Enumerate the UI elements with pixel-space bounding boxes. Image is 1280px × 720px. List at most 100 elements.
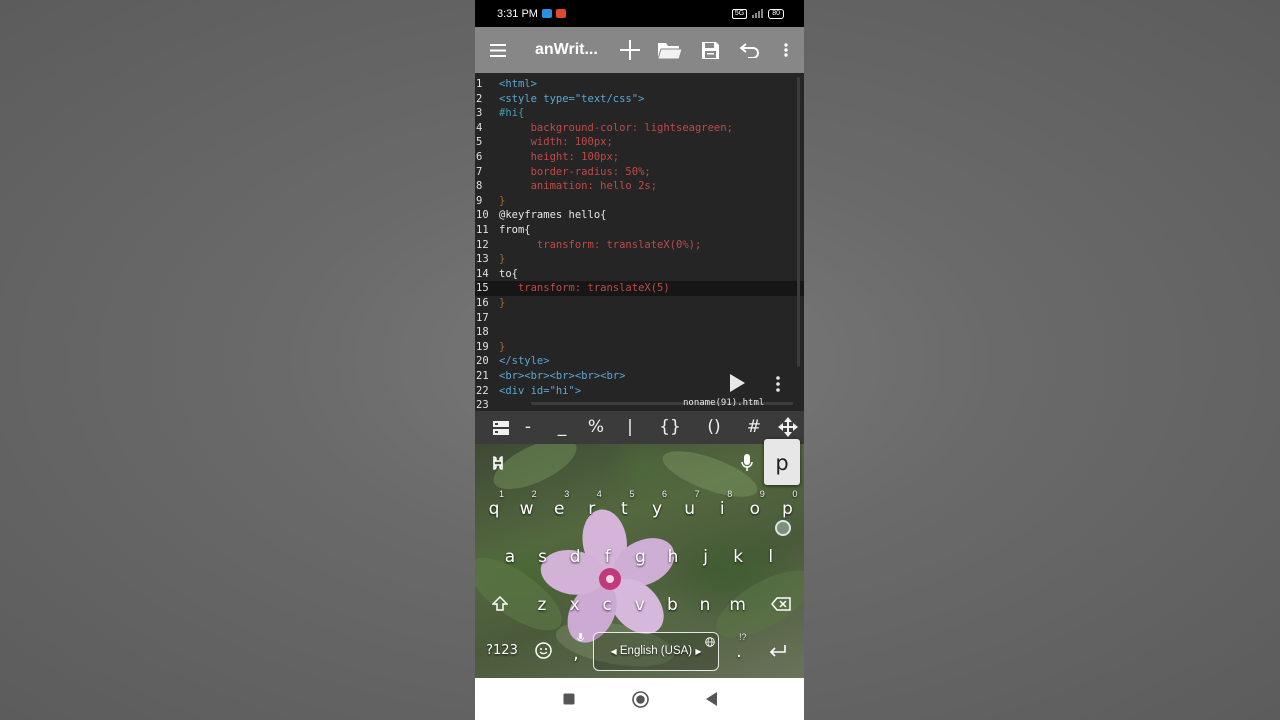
- symbol-key[interactable]: #: [741, 411, 767, 444]
- line-number: 12: [476, 238, 489, 251]
- play-icon[interactable]: [725, 371, 749, 395]
- letter-key[interactable]: r: [582, 499, 602, 519]
- symbols-key[interactable]: ?123: [486, 643, 518, 658]
- back-icon[interactable]: [702, 678, 722, 720]
- editor-more-icon[interactable]: [771, 374, 785, 394]
- keyboard-toggle-icon[interactable]: [489, 411, 513, 444]
- shift-icon[interactable]: [489, 595, 511, 618]
- add-icon[interactable]: [619, 27, 641, 73]
- emoji-icon[interactable]: [533, 642, 553, 662]
- code-line[interactable]: 11 from{: [475, 223, 804, 238]
- folder-open-icon[interactable]: [656, 27, 684, 73]
- letter-key[interactable]: t: [614, 499, 634, 519]
- letter-key[interactable]: j: [696, 547, 716, 567]
- network-badge: 5G: [731, 8, 748, 19]
- symbol-key[interactable]: |: [617, 411, 643, 444]
- line-text: #hi{: [499, 107, 525, 120]
- letter-key[interactable]: c: [597, 595, 617, 615]
- line-number: 3: [476, 107, 483, 120]
- line-number: 19: [476, 340, 489, 353]
- code-line[interactable]: 15 transform: translateX(5): [475, 281, 804, 296]
- code-line[interactable]: 6 height: 100px;: [475, 150, 804, 165]
- code-editor[interactable]: 1 <html> 2 <style type="text/css"> 3 #hi{4 ba…: [475, 73, 804, 411]
- backspace-icon[interactable]: [769, 596, 793, 616]
- code-line[interactable]: 5 width: 100px;: [475, 135, 804, 150]
- letter-key[interactable]: e: [549, 499, 569, 519]
- symbol-key[interactable]: {}: [655, 411, 685, 444]
- space-key[interactable]: ◀ English (USA) ▶: [593, 632, 719, 671]
- code-line[interactable]: 22 <div id="hi">: [475, 384, 804, 399]
- letter-key[interactable]: k: [728, 547, 748, 567]
- microphone-icon[interactable]: [739, 454, 755, 476]
- letter-key[interactable]: v: [630, 595, 650, 615]
- letter-key[interactable]: d: [565, 547, 585, 567]
- line-number: 21: [476, 370, 489, 382]
- letter-key[interactable]: s: [533, 547, 553, 567]
- code-line[interactable]: 16}: [475, 296, 804, 311]
- letter-key[interactable]: x: [565, 595, 585, 615]
- code-line[interactable]: 13}: [475, 252, 804, 267]
- letter-key[interactable]: f: [598, 547, 618, 567]
- key-hint: 7: [694, 489, 700, 499]
- vertical-scrollbar[interactable]: [797, 77, 800, 367]
- code-line[interactable]: 4 background-color: lightseagreen;: [475, 121, 804, 136]
- letter-key[interactable]: z: [532, 595, 552, 615]
- letter-key[interactable]: g: [630, 547, 650, 567]
- line-text: <html>: [499, 78, 537, 90]
- more-vert-icon[interactable]: [778, 27, 794, 73]
- letter-key[interactable]: i: [712, 499, 732, 519]
- code-line[interactable]: 8 animation: hello 2s;: [475, 179, 804, 194]
- letter-key[interactable]: b: [662, 595, 682, 615]
- code-line[interactable]: 1 <html>: [475, 77, 804, 92]
- line-text: <style type="text/css">: [499, 92, 645, 105]
- undo-icon[interactable]: [739, 27, 761, 73]
- code-line[interactable]: 7 border-radius: 50%;: [475, 165, 804, 180]
- code-line[interactable]: 20 </style>: [475, 354, 804, 369]
- line-text: to{: [499, 267, 518, 280]
- letter-key[interactable]: n: [695, 595, 715, 615]
- code-line[interactable]: 12 transform: translateX(0%);: [475, 238, 804, 253]
- globe-icon: [705, 634, 715, 652]
- letter-key[interactable]: h: [663, 547, 683, 567]
- battery-level: 80: [768, 8, 784, 19]
- code-line[interactable]: 14 to{: [475, 267, 804, 282]
- code-line[interactable]: 3 #hi{: [475, 106, 804, 121]
- line-number: 9: [476, 194, 483, 207]
- letter-key[interactable]: l: [761, 547, 781, 567]
- code-line[interactable]: 19}: [475, 340, 804, 355]
- code-line[interactable]: 2 <style type="text/css">: [475, 92, 804, 107]
- symbol-key[interactable]: -: [515, 411, 541, 444]
- symbol-key[interactable]: (): [699, 411, 729, 444]
- status-bar: 3:31 PM 5G 80: [475, 0, 804, 27]
- code-line[interactable]: 17: [475, 311, 804, 326]
- save-icon[interactable]: [699, 27, 721, 73]
- line-text: <br><br><br><br><br>: [499, 370, 626, 382]
- period-key[interactable]: .: [731, 642, 747, 662]
- code-line[interactable]: 10 @keyframes hello{: [475, 208, 804, 223]
- code-line[interactable]: 21 <br><br><br><br><br>: [475, 369, 804, 384]
- period-hint: !?: [739, 632, 747, 642]
- comma-key[interactable]: ,: [568, 644, 584, 664]
- symbol-key[interactable]: _: [549, 411, 575, 444]
- symbol-key[interactable]: %: [583, 411, 609, 444]
- letter-key[interactable]: q: [484, 499, 504, 519]
- letter-key[interactable]: o: [745, 499, 765, 519]
- letter-key[interactable]: a: [500, 547, 520, 567]
- keyboard-settings-icon[interactable]: [487, 454, 509, 476]
- line-number: 8: [476, 180, 483, 193]
- letter-key[interactable]: m: [728, 595, 748, 615]
- home-icon[interactable]: [630, 678, 650, 720]
- menu-icon[interactable]: [487, 27, 509, 73]
- letter-key[interactable]: y: [647, 499, 667, 519]
- line-text: }: [499, 297, 506, 309]
- enter-icon[interactable]: [767, 643, 789, 663]
- letter-key[interactable]: u: [680, 499, 700, 519]
- code-line[interactable]: 9}: [475, 194, 804, 209]
- signal-icon: [752, 9, 764, 18]
- code-line[interactable]: 18: [475, 325, 804, 340]
- line-number: 17: [476, 311, 489, 324]
- letter-key[interactable]: p: [777, 499, 797, 519]
- letter-key[interactable]: w: [517, 499, 537, 519]
- recents-icon[interactable]: [559, 678, 579, 720]
- navigation-bar: [475, 678, 804, 720]
